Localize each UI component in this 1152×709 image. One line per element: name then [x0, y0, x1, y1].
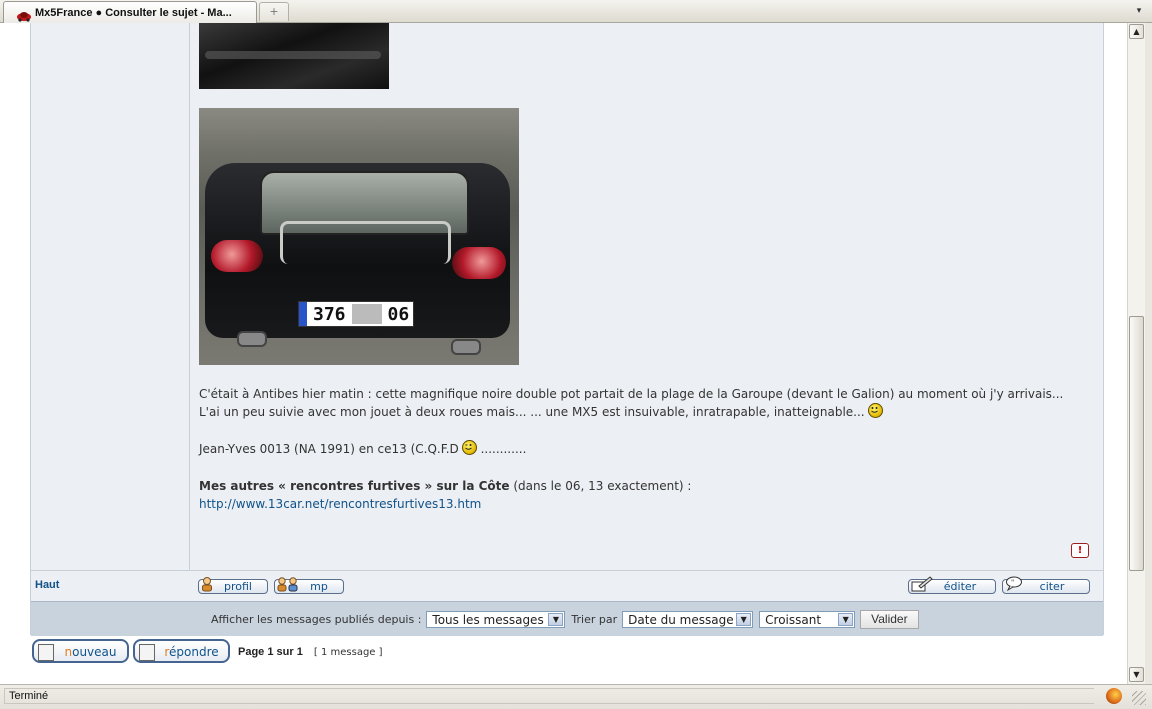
page-indicator: Page 1 sur 1 — [238, 646, 303, 658]
display-period-value: Tous les messages — [432, 612, 544, 627]
firefox-icon[interactable] — [1106, 688, 1122, 704]
new-topic-button[interactable]: nouveau — [32, 639, 129, 663]
scroll-down-icon[interactable]: ▼ — [1129, 667, 1144, 682]
tab-bar: Mx5France ● Consulter le sujet - Ma... +… — [0, 0, 1152, 23]
scrollbar-thumb[interactable] — [1129, 316, 1144, 571]
photo-detail — [205, 51, 381, 59]
photo-license-plate: 376 06 — [298, 301, 414, 327]
edit-label: éditer — [943, 580, 977, 593]
post-photo-car: 376 06 — [199, 108, 519, 365]
post-links-intro: Mes autres « rencontres furtives » sur l… — [199, 477, 1079, 495]
topic-bottom-bar: nouveau répondre Page 1 sur 1 [ 1 messag… — [32, 639, 1102, 667]
status-text: Terminé — [4, 688, 1094, 704]
reply-button[interactable]: répondre — [133, 639, 230, 663]
chevron-down-icon: ▼ — [838, 613, 854, 626]
smiley-icon — [867, 403, 883, 418]
new-tab-button[interactable]: + — [259, 2, 289, 21]
post-line-1: C'était à Antibes hier matin : cette mag… — [199, 385, 1079, 403]
post-link-line: http://www.13car.net/rencontresfurtives1… — [199, 495, 1079, 513]
post-text-2: L'ai un peu suivie avec mon jouet à deux… — [199, 405, 865, 419]
photo-exhaust-right — [451, 339, 481, 355]
display-period-select[interactable]: Tous les messages ▼ — [426, 611, 566, 628]
mx5-favicon — [16, 7, 32, 22]
back-to-top-link[interactable]: Haut — [35, 579, 59, 591]
sort-field-value: Date du message — [628, 612, 734, 627]
plate-eu-band — [299, 302, 307, 326]
reply-label: répondre — [159, 645, 224, 659]
plate-right-text: 06 — [387, 303, 410, 325]
wink-icon — [461, 440, 477, 455]
display-filter-bar: Afficher les messages publiés depuis : T… — [31, 601, 1103, 636]
status-bar: Terminé — [0, 684, 1152, 709]
photo-exhaust-left — [237, 331, 267, 347]
window-edge — [1145, 23, 1152, 684]
photo-taillight-left — [211, 240, 263, 272]
page-viewport: 376 06 C'était à Antibes hier matin : ce… — [0, 23, 1127, 684]
links-intro-bold: Mes autres « rencontres furtives » sur l… — [199, 479, 510, 493]
plate-blurred — [351, 304, 382, 324]
tab-mx5france[interactable]: Mx5France ● Consulter le sujet - Ma... — [3, 1, 257, 23]
post-link[interactable]: http://www.13car.net/rencontresfurtives1… — [199, 497, 481, 511]
sort-order-value: Croissant — [765, 612, 822, 627]
plate-left-text: 376 — [313, 303, 346, 325]
photo-taillight-right — [452, 247, 506, 279]
post-body: C'était à Antibes hier matin : cette mag… — [199, 385, 1079, 513]
chevron-down-icon: ▼ — [736, 613, 752, 626]
pm-label: mp — [310, 580, 328, 593]
photo-car-body: 376 06 — [205, 163, 510, 355]
post-line-2: L'ai un peu suivie avec mon jouet à deux… — [199, 403, 1079, 421]
edit-button[interactable]: éditer — [908, 576, 996, 594]
author-profile-column — [31, 23, 190, 570]
photo-luggage-rack — [280, 221, 451, 264]
quote-button[interactable]: " citer — [1002, 576, 1090, 594]
profile-button[interactable]: profil — [198, 577, 268, 594]
post-actions-row: Haut profil mp éditer " citer — [31, 570, 1103, 600]
pagination-info: Page 1 sur 1 [ 1 message ] — [238, 646, 383, 658]
signature-dots: ............ — [480, 442, 527, 456]
reply-rest: épondre — [169, 645, 219, 659]
signature-text: Jean-Yves 0013 (NA 1991) en ce13 (C.Q.F.… — [199, 442, 459, 456]
new-topic-first-letter: n — [64, 645, 73, 659]
scroll-up-icon[interactable]: ▲ — [1129, 24, 1144, 39]
message-count: [ 1 message ] — [313, 647, 383, 658]
pm-button[interactable]: mp — [274, 577, 344, 594]
filter-sort-label: Trier par — [571, 613, 618, 626]
new-topic-icon — [38, 644, 54, 661]
post-signature: Jean-Yves 0013 (NA 1991) en ce13 (C.Q.F.… — [199, 440, 1079, 458]
tab-list-icon[interactable]: ▾ — [1132, 4, 1146, 18]
new-topic-rest: ouveau — [72, 645, 117, 659]
chevron-down-icon: ▼ — [548, 613, 564, 626]
filter-controls: Afficher les messages publiés depuis : T… — [211, 610, 919, 629]
tab-title: Mx5France ● Consulter le sujet - Ma... — [35, 6, 232, 19]
reply-icon — [139, 644, 155, 661]
vertical-scrollbar[interactable]: ▲ ▼ — [1127, 23, 1145, 684]
validate-button[interactable]: Valider — [860, 610, 919, 629]
filter-display-label: Afficher les messages publiés depuis : — [211, 613, 422, 626]
new-topic-label: nouveau — [58, 645, 123, 659]
sort-order-select[interactable]: Croissant ▼ — [759, 611, 856, 628]
post-text-1: C'était à Antibes hier matin : cette mag… — [199, 387, 1064, 401]
quote-label: citer — [1039, 580, 1065, 593]
post-photo-engine — [199, 23, 389, 89]
links-intro-rest: (dans le 06, 13 exactement) : — [509, 479, 692, 493]
sort-field-select[interactable]: Date du message ▼ — [622, 611, 754, 628]
profile-label: profil — [224, 580, 252, 593]
resize-grip-icon[interactable] — [1132, 691, 1146, 705]
post-panel: 376 06 C'était à Antibes hier matin : ce… — [30, 23, 1104, 636]
report-icon[interactable]: ! — [1071, 543, 1089, 558]
